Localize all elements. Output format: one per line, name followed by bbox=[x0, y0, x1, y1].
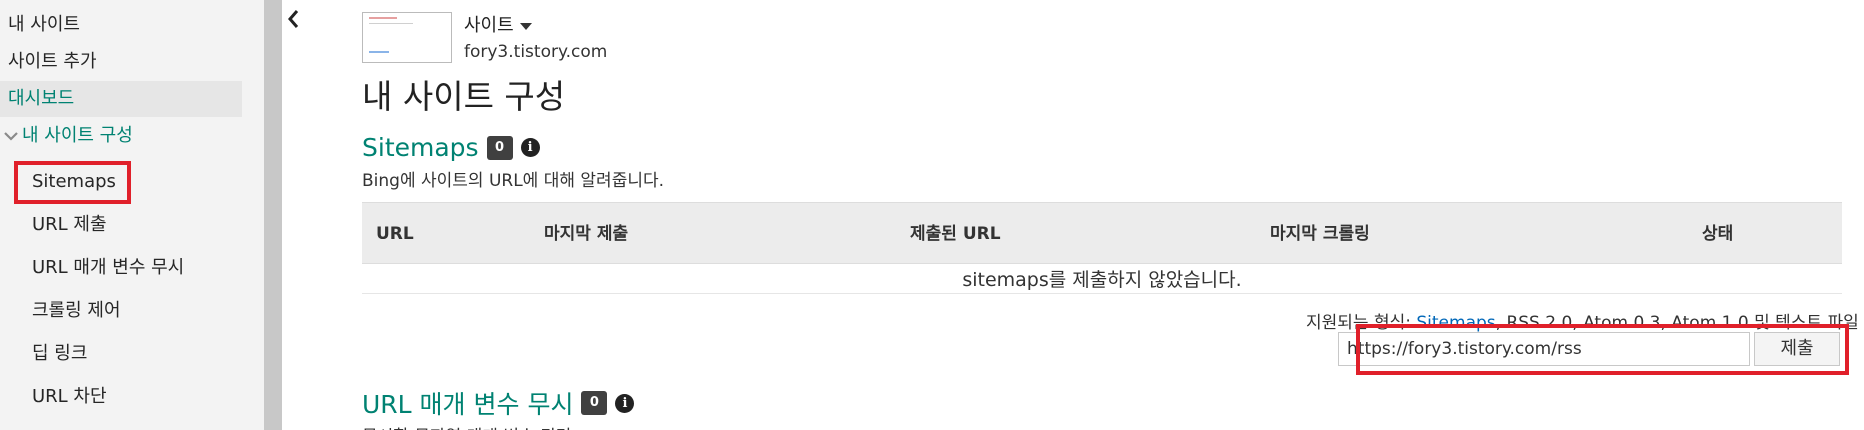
page-title: 내 사이트 구성 bbox=[362, 77, 566, 116]
site-selector-label: 사이트 bbox=[464, 15, 514, 36]
collapse-sidebar-button[interactable] bbox=[286, 8, 300, 30]
sidebar-item-ignore-url-parameters[interactable]: URL 매개 변수 무시 bbox=[32, 250, 184, 286]
site-thumbnail bbox=[362, 12, 452, 63]
caret-down-icon bbox=[519, 22, 532, 30]
sidebar-item-submit-url[interactable]: URL 제출 bbox=[32, 207, 107, 243]
sidebar: 내 사이트 사이트 추가 대시보드 내 사이트 구성 Sitemaps URL … bbox=[0, 0, 264, 430]
column-header-submitted-urls[interactable]: 제출된 URL bbox=[910, 203, 1001, 265]
site-selector-dropdown[interactable]: 사이트 bbox=[464, 11, 532, 37]
sitemaps-table-header: URL 마지막 제출 제출된 URL 마지막 크롤링 상태 bbox=[362, 202, 1842, 264]
url-params-description: 무시할 문자열 매개 변수 쿼리 bbox=[362, 422, 571, 430]
submit-highlight-box bbox=[1356, 324, 1849, 375]
sidebar-item-crawl-control[interactable]: 크롤링 제어 bbox=[32, 293, 121, 329]
sidebar-item-deep-links[interactable]: 딥 링크 bbox=[32, 336, 87, 372]
sidebar-item-my-sites[interactable]: 내 사이트 bbox=[8, 7, 80, 43]
chevron-left-icon bbox=[288, 10, 299, 28]
sitemaps-empty-message: sitemaps를 제출하지 않았습니다. bbox=[362, 264, 1842, 294]
column-header-last-submitted[interactable]: 마지막 제출 bbox=[544, 203, 628, 265]
sitemaps-highlight-box bbox=[14, 161, 131, 204]
sidebar-item-dashboard[interactable]: 대시보드 bbox=[0, 81, 242, 117]
sitemaps-section-header: Sitemaps 0 i bbox=[362, 133, 540, 162]
sidebar-section-configure-my-site[interactable]: 내 사이트 구성 bbox=[4, 118, 133, 154]
url-params-section-header: URL 매개 변수 무시 0 i bbox=[362, 385, 635, 421]
sidebar-item-label: 대시보드 bbox=[8, 88, 75, 109]
column-header-status[interactable]: 상태 bbox=[1702, 203, 1733, 265]
site-url: fory3.tistory.com bbox=[464, 42, 608, 62]
chevron-down-icon bbox=[4, 119, 18, 155]
sitemaps-description: Bing에 사이트의 URL에 대해 알려줍니다. bbox=[362, 171, 665, 191]
sitemaps-count-badge: 0 bbox=[486, 135, 513, 160]
sidebar-item-add-site[interactable]: 사이트 추가 bbox=[8, 44, 97, 80]
sitemaps-title: Sitemaps bbox=[362, 133, 479, 162]
column-header-last-crawled[interactable]: 마지막 크롤링 bbox=[1270, 203, 1370, 265]
info-icon[interactable]: i bbox=[520, 138, 540, 157]
column-header-url[interactable]: URL bbox=[376, 203, 414, 265]
url-params-title: URL 매개 변수 무시 bbox=[362, 390, 574, 419]
info-icon[interactable]: i bbox=[615, 393, 635, 413]
url-params-count-badge: 0 bbox=[581, 391, 608, 415]
sidebar-item-block-urls[interactable]: URL 차단 bbox=[32, 379, 107, 415]
sidebar-scrollbar[interactable] bbox=[264, 0, 282, 430]
sidebar-section-label: 내 사이트 구성 bbox=[22, 125, 133, 146]
